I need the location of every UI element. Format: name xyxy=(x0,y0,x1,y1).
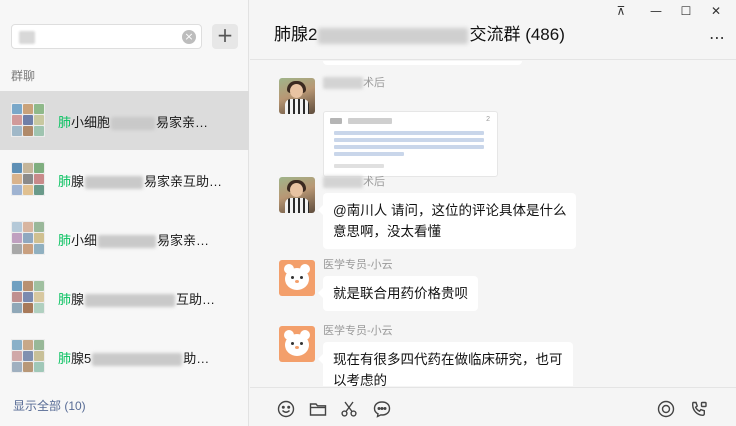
maximize-icon[interactable]: ☐ xyxy=(676,2,696,20)
search-row: × + xyxy=(11,24,239,50)
conversation-sidebar: × + 群聊 肺小细胞 易家亲… 肺腺 易家亲互助… 肺小细 易家亲… 肺腺 互… xyxy=(0,0,249,426)
input-toolbar xyxy=(250,387,736,426)
chat-title-bar: 肺腺2 交流群 (486) ⊼ — ☐ ✕ ⋯ xyxy=(250,0,736,60)
folder-icon[interactable] xyxy=(308,399,328,419)
chat-bubble-icon[interactable] xyxy=(372,399,392,419)
group-avatar xyxy=(11,339,45,373)
sender-name: 术后 xyxy=(323,173,385,189)
add-chat-button[interactable]: + xyxy=(212,24,238,49)
video-call-icon[interactable] xyxy=(689,399,709,419)
conversation-name: 肺腺 互助… xyxy=(58,292,216,308)
conversation-list: 肺小细胞 易家亲… 肺腺 易家亲互助… 肺小细 易家亲… 肺腺 互助… 肺腺5 … xyxy=(0,91,249,386)
conversation-name: 肺腺5 助… xyxy=(58,351,210,367)
sender-name: 术后 xyxy=(323,74,385,90)
group-avatar xyxy=(11,221,45,255)
shared-post-card[interactable]: 2 xyxy=(323,111,498,177)
emoji-icon[interactable] xyxy=(276,399,296,419)
bear-avatar[interactable] xyxy=(279,326,315,362)
message-list: 术后 2 术后 @南川人 请问，这位的评论具体是什么 意思啊，没太看懂 医学专员… xyxy=(250,61,736,386)
conversation-item[interactable]: 肺腺 易家亲互助… xyxy=(0,150,249,209)
show-all-link[interactable]: 显示全部 (10) xyxy=(13,397,86,414)
more-options-icon[interactable]: ⋯ xyxy=(709,28,726,47)
chat-panel: 肺腺2 交流群 (486) ⊼ — ☐ ✕ ⋯ 术后 2 术后 @南川人 请问，… xyxy=(250,0,736,426)
card-comment-count: 2 xyxy=(486,116,490,123)
message-bubble[interactable]: @南川人 请问，这位的评论具体是什么 意思啊，没太看懂 xyxy=(317,193,577,249)
close-icon[interactable]: ✕ xyxy=(706,2,726,20)
conversation-item[interactable]: 肺腺5 助… xyxy=(0,327,249,386)
conversation-item[interactable]: 肺腺 互助… xyxy=(0,268,249,327)
live-icon[interactable] xyxy=(656,399,676,419)
chat-title: 肺腺2 交流群 (486) xyxy=(274,25,565,44)
conversation-name: 肺小细 易家亲… xyxy=(58,233,210,249)
conversation-item[interactable]: 肺小细胞 易家亲… xyxy=(0,91,249,150)
message-bubble[interactable]: 现在有很多四代药在做临床研究，也可 以考虑的 xyxy=(318,342,573,386)
pin-icon[interactable]: ⊼ xyxy=(611,2,631,20)
scissors-icon[interactable] xyxy=(339,399,359,419)
conversation-name: 肺小细胞 易家亲… xyxy=(58,115,209,131)
bear-avatar[interactable] xyxy=(279,260,315,296)
section-label-group-chats: 群聊 xyxy=(11,69,36,83)
group-avatar xyxy=(11,280,45,314)
message-bubble-partial xyxy=(323,61,522,65)
message-bubble[interactable]: 就是联合用药价格贵呗 xyxy=(318,276,478,311)
avatar[interactable] xyxy=(279,78,315,114)
sender-name: 医学专员-小云 xyxy=(323,259,393,271)
card-header: 2 xyxy=(330,116,490,128)
group-avatar xyxy=(11,162,45,196)
avatar[interactable] xyxy=(279,177,315,213)
search-text-redacted xyxy=(19,31,35,44)
search-input[interactable]: × xyxy=(11,24,202,49)
conversation-item[interactable]: 肺小细 易家亲… xyxy=(0,209,249,268)
conversation-name: 肺腺 易家亲互助… xyxy=(58,174,223,190)
sender-name: 医学专员-小云 xyxy=(323,325,393,337)
group-avatar xyxy=(11,103,45,137)
minimize-icon[interactable]: — xyxy=(646,2,666,20)
clear-search-icon[interactable]: × xyxy=(182,30,196,44)
